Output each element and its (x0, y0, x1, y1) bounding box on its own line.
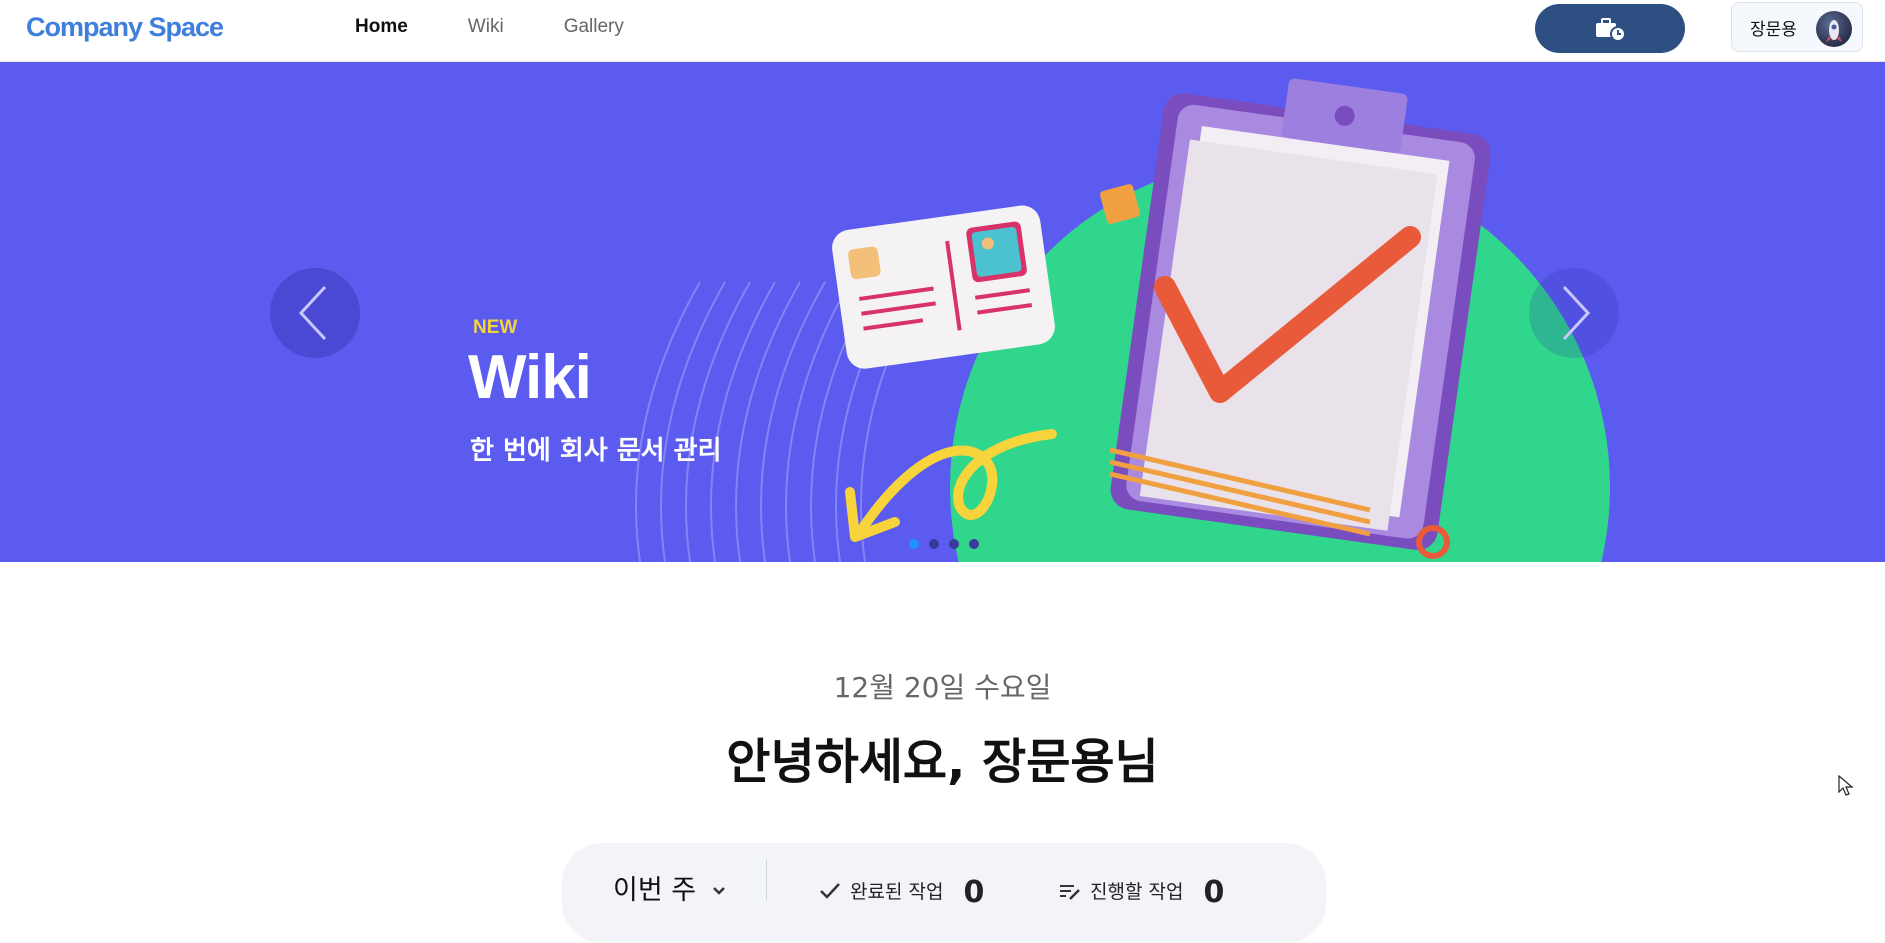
greeting: 안녕하세요, 장문용님 (726, 734, 1159, 790)
main-nav: Home Wiki Gallery (355, 16, 684, 38)
period-select-value: 이번 주 (613, 875, 697, 906)
banner-dot-1[interactable] (909, 539, 919, 549)
stat-completed-label: 완료된 작업 (850, 881, 944, 903)
period-select[interactable]: 이번 주 (613, 868, 726, 907)
nav-wiki[interactable]: Wiki (468, 16, 504, 38)
banner-subtitle: 한 번에 회사 문서 관리 (470, 436, 722, 466)
logo[interactable]: Company Space (26, 12, 224, 43)
stat-todo: 진행할 작업 0 (1058, 873, 1225, 910)
banner-title: Wiki (468, 343, 592, 412)
banner-dot-3[interactable] (949, 539, 959, 549)
chevron-down-icon (712, 872, 726, 903)
top-header: Company Space Home Wiki Gallery 장문용 (0, 0, 1885, 62)
profile-menu[interactable]: 장문용 (1731, 2, 1863, 52)
hero-banner[interactable]: NEW Wiki 한 번에 회사 문서 관리 (0, 62, 1885, 562)
profile-name: 장문용 (1750, 19, 1797, 40)
today-date: 12월 20일 수요일 (833, 671, 1052, 704)
avatar (1816, 11, 1852, 47)
nav-gallery[interactable]: Gallery (564, 16, 624, 38)
stat-completed: 완료된 작업 0 (818, 873, 985, 910)
banner-badge: NEW (473, 317, 518, 338)
chevron-left-icon (298, 285, 327, 341)
nav-home[interactable]: Home (355, 16, 408, 38)
banner-next-button[interactable] (1529, 268, 1619, 358)
stats-divider (766, 860, 767, 900)
banner-pagination (909, 539, 989, 549)
banner-dot-2[interactable] (929, 539, 939, 549)
work-status-button[interactable] (1535, 4, 1685, 53)
banner-dot-4[interactable] (969, 539, 979, 549)
briefcase-clock-icon (1596, 17, 1626, 42)
stat-todo-value: 0 (1203, 875, 1225, 910)
chevron-right-icon (1562, 285, 1591, 341)
banner-prev-button[interactable] (270, 268, 360, 358)
mouse-cursor-icon (1838, 775, 1854, 796)
stat-todo-label: 진행할 작업 (1090, 881, 1184, 903)
stat-completed-value: 0 (963, 875, 985, 910)
